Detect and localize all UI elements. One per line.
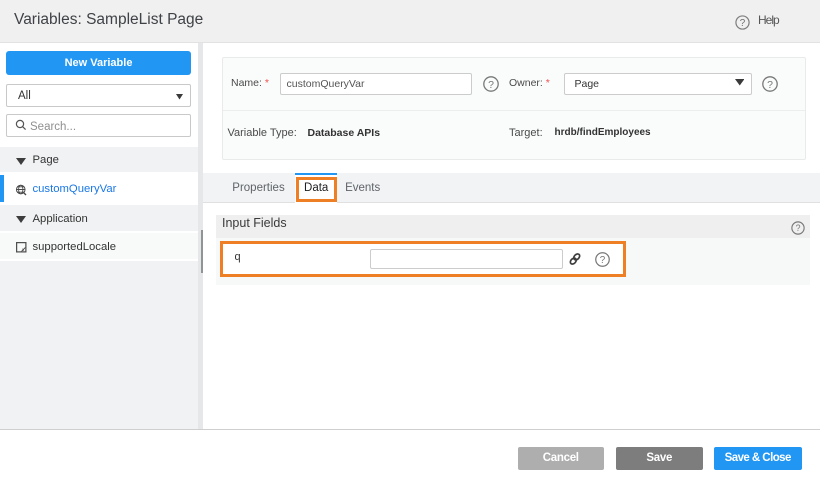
svg-text:?: ?: [740, 17, 746, 28]
svg-text:?: ?: [600, 255, 606, 266]
svg-text:?: ?: [767, 79, 773, 91]
svg-text:?: ?: [488, 79, 494, 91]
svg-text:?: ?: [796, 223, 801, 233]
